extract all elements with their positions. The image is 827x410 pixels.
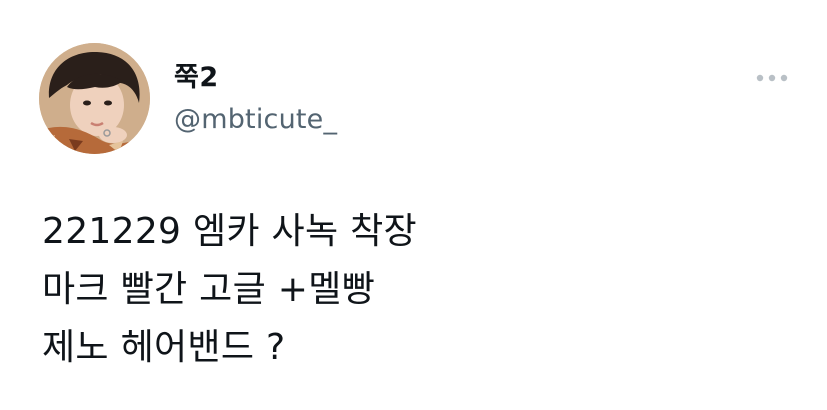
more-options-button[interactable] xyxy=(752,66,792,90)
avatar[interactable] xyxy=(39,43,150,154)
tweet-card: 쭉2 @mbticute_ 221229 엠카 사녹 착장 마크 빨간 고글 +… xyxy=(0,0,827,410)
tweet-text-line: 마크 빨간 고글 +멜빵 xyxy=(42,269,376,310)
profile-photo-icon xyxy=(39,43,150,154)
tweet-text-line: 221229 엠카 사녹 착장 xyxy=(42,211,417,252)
display-name[interactable]: 쭉2 xyxy=(174,62,219,94)
tweet-text-line: 제노 헤어밴드 ? xyxy=(42,327,286,368)
tweet-text: 221229 엠카 사녹 착장 마크 빨간 고글 +멜빵 제노 헤어밴드 ? xyxy=(42,203,782,377)
user-handle[interactable]: @mbticute_ xyxy=(174,104,337,136)
more-horizontal-icon xyxy=(756,74,788,82)
